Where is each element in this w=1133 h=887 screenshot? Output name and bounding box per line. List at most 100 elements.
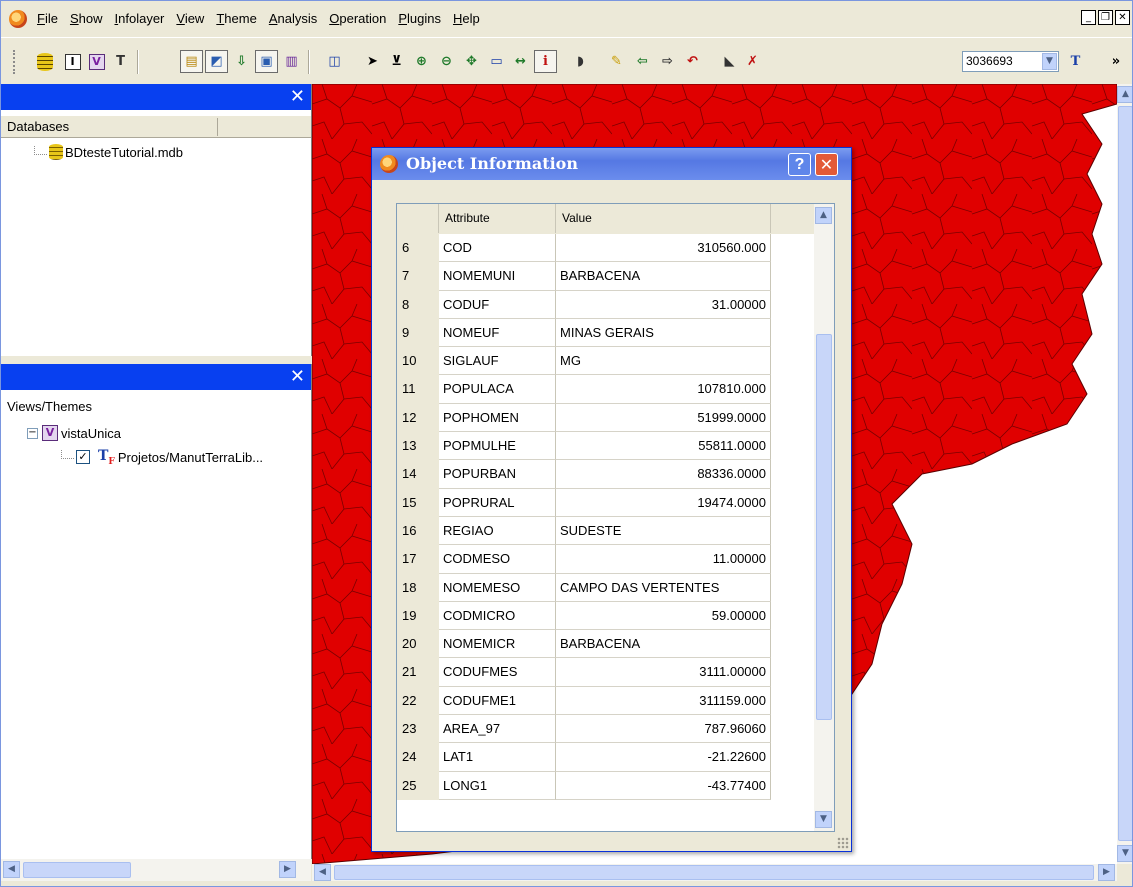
delete-pointer-icon[interactable]: ✗: [741, 50, 764, 73]
scroll-down-icon[interactable]: ▼: [815, 811, 832, 828]
dialog-titlebar[interactable]: Object Information ? ✕: [372, 148, 851, 180]
attribute-cell[interactable]: CODUF: [439, 290, 556, 319]
previous-icon[interactable]: ⇦: [631, 50, 654, 73]
value-cell[interactable]: 19474.0000: [556, 488, 771, 517]
value-cell[interactable]: 59.00000: [556, 601, 771, 631]
info-icon[interactable]: i: [534, 50, 557, 73]
zoom-in-icon[interactable]: ⊕: [410, 50, 433, 73]
table-icon[interactable]: ◫: [323, 50, 346, 73]
value-cell[interactable]: CAMPO DAS VERTENTES: [556, 573, 771, 602]
table-row[interactable]: 16 REGIAO SUDESTE: [397, 516, 814, 546]
value-cell[interactable]: 55811.0000: [556, 432, 771, 461]
view-icon[interactable]: V: [85, 50, 108, 73]
menu-operation[interactable]: Operation: [323, 1, 392, 36]
show-grid-icon[interactable]: ▥: [280, 50, 303, 73]
attribute-cell[interactable]: NOMEUF: [439, 318, 556, 348]
attribute-cell[interactable]: CODUFME1: [439, 686, 556, 716]
table-row[interactable]: 21 CODUFMES 3111.00000: [397, 658, 814, 687]
value-cell[interactable]: BARBACENA: [556, 630, 771, 659]
attribute-table[interactable]: Attribute Value 6 COD 310560.000 7 NOMEMUNI B…: [396, 203, 835, 832]
value-cell[interactable]: 311159.000: [556, 686, 771, 716]
attribute-cell[interactable]: SIGLAUF: [439, 347, 556, 376]
scroll-down-icon[interactable]: ▼: [1117, 845, 1132, 862]
tree-item-database[interactable]: BDtesteTutorial.mdb: [34, 144, 183, 160]
app-logo-icon[interactable]: [9, 9, 27, 28]
column-header-attribute[interactable]: Attribute: [439, 204, 556, 233]
table-row[interactable]: 19 CODMICRO 59.00000: [397, 601, 814, 631]
attribute-cell[interactable]: REGIAO: [439, 516, 556, 546]
resize-grip-icon[interactable]: [837, 837, 849, 849]
scroll-thumb[interactable]: [334, 865, 1094, 880]
table-row[interactable]: 15 POPRURAL 19474.0000: [397, 488, 814, 517]
scroll-up-icon[interactable]: ▲: [1117, 86, 1132, 103]
theme-icon[interactable]: T: [109, 50, 132, 73]
table-row[interactable]: 7 NOMEMUNI BARBACENA: [397, 262, 814, 291]
chevron-down-icon[interactable]: ▼: [1042, 53, 1057, 70]
value-cell[interactable]: SUDESTE: [556, 516, 771, 546]
zoom-area-icon[interactable]: ▭: [485, 50, 508, 73]
value-cell[interactable]: 51999.0000: [556, 403, 771, 433]
attribute-cell[interactable]: CODUFMES: [439, 658, 556, 687]
pan-icon[interactable]: ✥: [460, 50, 483, 73]
attribute-cell[interactable]: COD: [439, 234, 556, 263]
scroll-left-icon[interactable]: ◀: [3, 861, 20, 878]
table-vertical-scrollbar[interactable]: ▲ ▼: [814, 204, 834, 831]
column-header-value[interactable]: Value: [556, 204, 771, 233]
zoom-layer-icon[interactable]: ⇩: [230, 50, 253, 73]
next-icon[interactable]: ⇨: [656, 50, 679, 73]
pointer-icon[interactable]: ➤: [361, 50, 384, 73]
value-cell[interactable]: MG: [556, 347, 771, 376]
text-theme-icon[interactable]: T: [1064, 50, 1087, 73]
minimize-icon[interactable]: _: [1081, 10, 1096, 25]
value-cell[interactable]: 11.00000: [556, 545, 771, 574]
value-cell[interactable]: 88336.0000: [556, 460, 771, 489]
select-icon[interactable]: ⊻: [385, 50, 408, 73]
toolbar-overflow-button[interactable]: »: [1106, 50, 1126, 73]
scroll-thumb[interactable]: [1118, 106, 1132, 841]
attribute-cell[interactable]: AREA_97: [439, 715, 556, 744]
attribute-cell[interactable]: CODMESO: [439, 545, 556, 574]
database-icon[interactable]: [33, 50, 56, 73]
table-row[interactable]: 23 AREA_97 787.96060: [397, 715, 814, 744]
table-row[interactable]: 9 NOMEUF MINAS GERAIS: [397, 318, 814, 348]
zoom-out-icon[interactable]: ⊖: [435, 50, 458, 73]
attribute-cell[interactable]: POPRURAL: [439, 488, 556, 517]
attribute-cell[interactable]: POPHOMEN: [439, 403, 556, 433]
value-cell[interactable]: 3111.00000: [556, 658, 771, 687]
table-row[interactable]: 10 SIGLAUF MG: [397, 347, 814, 376]
show-database-icon[interactable]: ▤: [180, 50, 203, 73]
table-row[interactable]: 11 POPULACA 107810.000: [397, 375, 814, 404]
menu-plugins[interactable]: Plugins: [392, 1, 447, 36]
table-row[interactable]: 24 LAT1 -21.22600: [397, 743, 814, 772]
scroll-up-icon[interactable]: ▲: [815, 207, 832, 224]
attribute-cell[interactable]: NOMEMESO: [439, 573, 556, 602]
menu-view[interactable]: View: [170, 1, 210, 36]
menu-show[interactable]: Show: [64, 1, 109, 36]
tree-item-view[interactable]: − V vistaUnica: [27, 425, 121, 441]
attribute-cell[interactable]: POPURBAN: [439, 460, 556, 489]
table-row[interactable]: 20 NOMEMICR BARBACENA: [397, 630, 814, 659]
table-row[interactable]: 22 CODUFME1 311159.000: [397, 686, 814, 716]
attribute-cell[interactable]: LAT1: [439, 743, 556, 772]
table-row[interactable]: 6 COD 310560.000: [397, 234, 814, 263]
menu-help[interactable]: Help: [447, 1, 486, 36]
scale-combobox[interactable]: 3036693 ▼: [962, 51, 1059, 72]
map-vertical-scrollbar[interactable]: ▲ ▼: [1117, 84, 1132, 864]
attribute-cell[interactable]: POPULACA: [439, 375, 556, 404]
scroll-thumb[interactable]: [23, 862, 131, 878]
menu-theme[interactable]: Theme: [210, 1, 262, 36]
attribute-cell[interactable]: NOMEMICR: [439, 630, 556, 659]
show-views-icon[interactable]: ◩: [205, 50, 228, 73]
value-cell[interactable]: 787.96060: [556, 715, 771, 744]
close-icon[interactable]: ✕: [290, 366, 305, 388]
table-row[interactable]: 13 POPMULHE 55811.0000: [397, 432, 814, 461]
menu-file[interactable]: File: [31, 1, 64, 36]
menu-analysis[interactable]: Analysis: [263, 1, 323, 36]
measure-distance-icon[interactable]: ↔: [509, 50, 532, 73]
theme-visibility-checkbox[interactable]: ✓: [76, 450, 90, 465]
value-cell[interactable]: -43.77400: [556, 771, 771, 800]
attribute-cell[interactable]: LONG1: [439, 771, 556, 800]
tree-item-theme[interactable]: ✓ TF Projetos/ManutTerraLib...: [61, 448, 263, 467]
draw-icon[interactable]: ◗: [569, 50, 592, 73]
help-button[interactable]: ?: [788, 153, 811, 176]
